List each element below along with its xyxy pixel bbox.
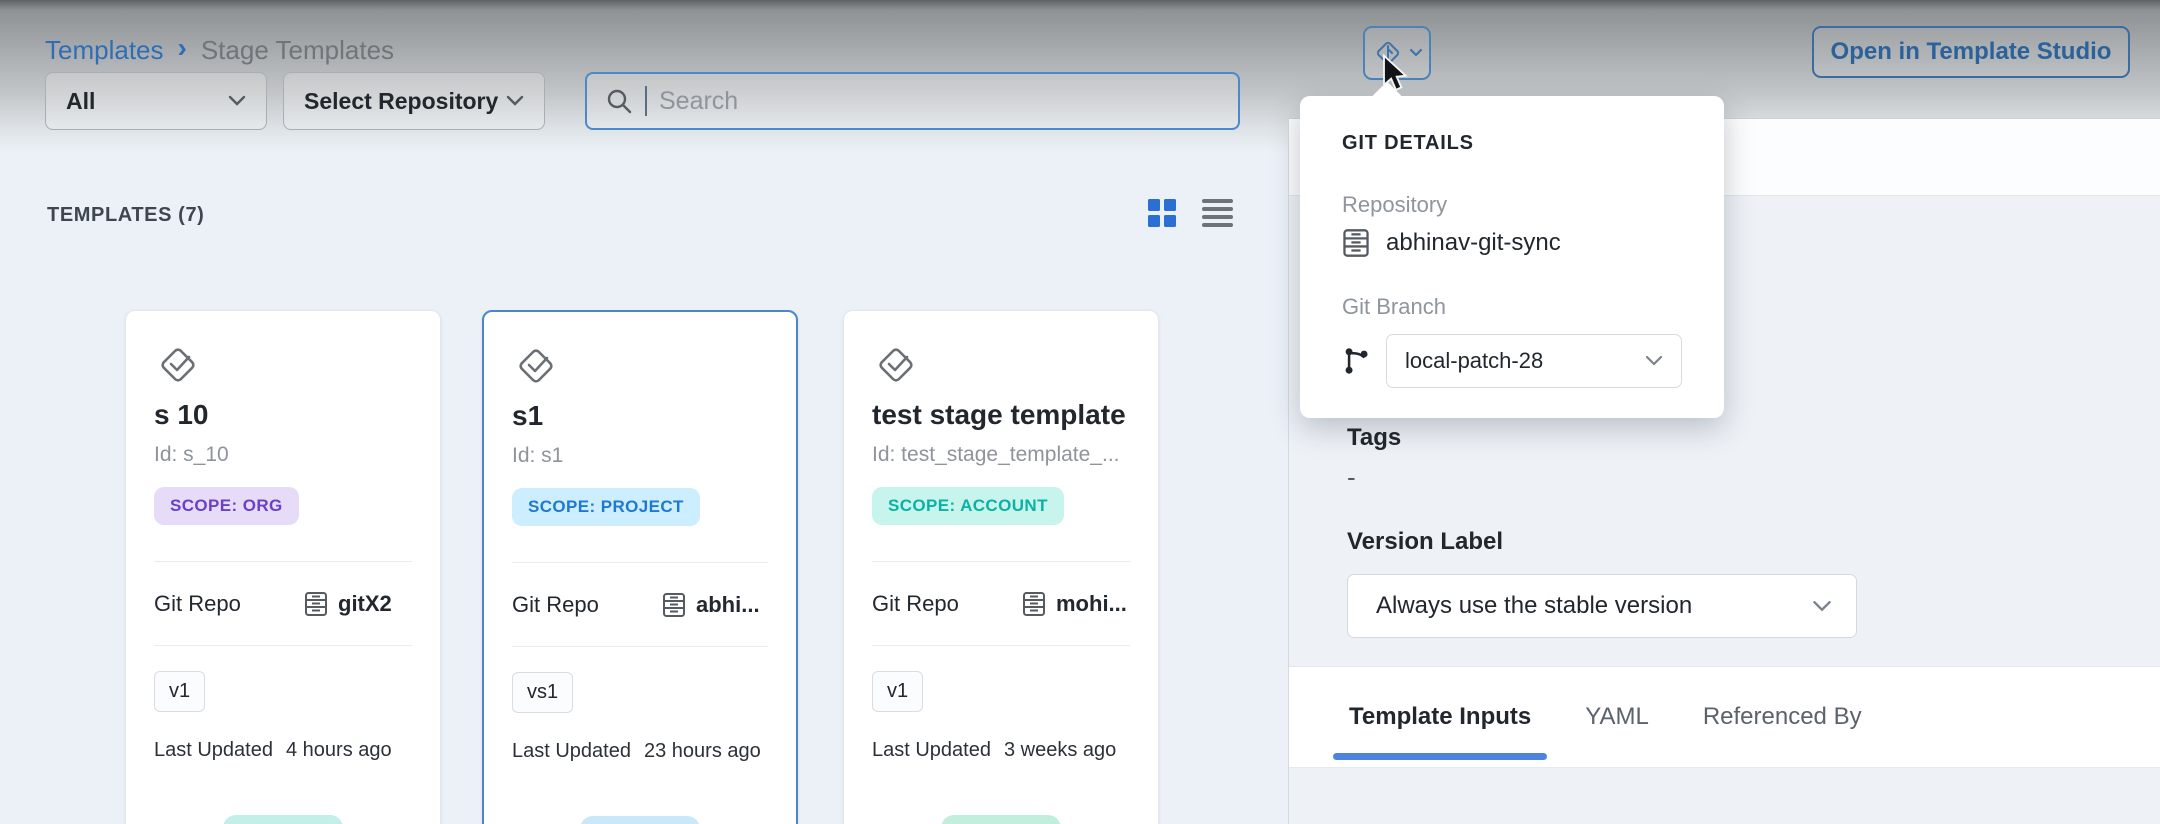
template-id: Id: s1 xyxy=(512,444,774,468)
git-details-button[interactable] xyxy=(1363,26,1431,80)
git-repo-value: abhi... xyxy=(696,592,760,618)
breadcrumb-current: Stage Templates xyxy=(201,35,394,66)
search-icon xyxy=(605,87,633,115)
repository-label: Repository xyxy=(1342,192,1447,218)
git-branch-label: Git Branch xyxy=(1342,294,1446,320)
git-repo-row: Git Repo gitX2 xyxy=(154,587,416,621)
search-placeholder: Search xyxy=(659,87,738,116)
last-updated-value: 3 weeks ago xyxy=(1004,739,1116,762)
version-chip: vs1 xyxy=(512,672,573,713)
chevron-down-icon xyxy=(228,95,246,107)
type-filter-value: All xyxy=(66,88,95,115)
git-repo-label: Git Repo xyxy=(512,592,662,618)
breadcrumb: Templates › Stage Templates xyxy=(45,34,394,66)
repository-filter-dropdown[interactable]: Select Repository xyxy=(283,72,545,130)
repository-icon xyxy=(1022,591,1046,617)
git-details-popup: GIT DETAILS Repository abhinav-git-sync … xyxy=(1300,96,1724,418)
last-updated-value: 4 hours ago xyxy=(286,739,392,762)
git-repo-value: gitX2 xyxy=(338,591,392,617)
tags-value: - xyxy=(1347,462,1356,493)
last-updated-row: Last Updated 4 hours ago xyxy=(154,739,392,762)
branch-select-value: local-patch-28 xyxy=(1405,348,1543,374)
chevron-down-icon xyxy=(1812,600,1832,613)
breadcrumb-templates-link[interactable]: Templates xyxy=(45,35,164,66)
repository-row: abhinav-git-sync xyxy=(1342,228,1561,258)
tags-label: Tags xyxy=(1347,424,1401,452)
version-chip: v1 xyxy=(154,671,205,712)
scope-badge: SCOPE: ORG xyxy=(154,487,299,525)
repository-icon xyxy=(662,592,686,618)
last-updated-row: Last Updated 23 hours ago xyxy=(512,740,761,763)
last-updated-label: Last Updated xyxy=(512,740,631,763)
scope-badge: SCOPE: PROJECT xyxy=(512,488,700,526)
stage-templates-screen: Templates › Stage Templates All Select R… xyxy=(0,0,2160,824)
branch-select-dropdown[interactable]: local-patch-28 xyxy=(1386,334,1682,388)
popup-title: GIT DETAILS xyxy=(1342,132,1474,155)
version-label: Version Label xyxy=(1347,528,1503,556)
git-repo-label: Git Repo xyxy=(154,591,304,617)
template-title: s 10 xyxy=(154,399,416,431)
git-repo-label: Git Repo xyxy=(872,591,1022,617)
type-filter-dropdown[interactable]: All xyxy=(45,72,267,130)
template-card-test-stage[interactable]: test stage template ... Id: test_stage_t… xyxy=(843,310,1159,824)
version-select-dropdown[interactable]: Always use the stable version xyxy=(1347,574,1857,638)
template-card-s1-selected[interactable]: s1 Id: s1 SCOPE: PROJECT Git Repo abhi..… xyxy=(482,310,798,824)
last-updated-label: Last Updated xyxy=(872,739,991,762)
repository-icon xyxy=(1342,228,1370,258)
text-caret xyxy=(645,86,647,116)
open-in-template-studio-button[interactable]: Open in Template Studio xyxy=(1812,26,2130,78)
tab-referenced-by[interactable]: Referenced By xyxy=(1687,667,1878,767)
search-input[interactable]: Search xyxy=(585,72,1240,130)
template-card-s10[interactable]: s 10 Id: s_10 SCOPE: ORG Git Repo gitX2 … xyxy=(125,310,441,824)
repository-icon xyxy=(304,591,328,617)
template-title: test stage template ... xyxy=(872,399,1134,431)
git-repo-row: Git Repo mohi... xyxy=(872,587,1134,621)
list-view-icon[interactable] xyxy=(1202,199,1233,227)
breadcrumb-separator-icon: › xyxy=(178,32,187,64)
stable-badge-partial xyxy=(580,816,700,824)
template-id: Id: test_stage_template_... xyxy=(872,443,1134,467)
chevron-down-icon xyxy=(506,95,524,107)
version-chip: v1 xyxy=(872,671,923,712)
tab-template-inputs[interactable]: Template Inputs xyxy=(1333,667,1547,767)
stable-badge-partial xyxy=(223,815,343,824)
tab-yaml[interactable]: YAML xyxy=(1569,667,1665,767)
git-branch-row: local-patch-28 xyxy=(1342,334,1682,388)
last-updated-row: Last Updated 3 weeks ago xyxy=(872,739,1116,762)
stage-template-icon xyxy=(154,341,202,389)
git-branch-icon xyxy=(1342,346,1370,376)
open-button-label: Open in Template Studio xyxy=(1831,38,2112,66)
git-diamond-icon xyxy=(1371,36,1405,70)
git-repo-row: Git Repo abhi... xyxy=(512,588,772,622)
last-updated-label: Last Updated xyxy=(154,739,273,762)
templates-count-label: TEMPLATES (7) xyxy=(47,204,204,227)
version-select-value: Always use the stable version xyxy=(1376,592,1692,620)
repository-value: abhinav-git-sync xyxy=(1386,229,1561,257)
chevron-down-icon xyxy=(1409,48,1423,58)
chevron-down-icon xyxy=(1645,355,1663,367)
details-tabbar: Template Inputs YAML Referenced By xyxy=(1289,666,2160,768)
repository-filter-value: Select Repository xyxy=(304,88,498,115)
scope-badge: SCOPE: ACCOUNT xyxy=(872,487,1064,525)
stable-badge-partial xyxy=(941,815,1061,824)
stage-template-icon xyxy=(512,342,560,390)
grid-view-icon[interactable] xyxy=(1148,199,1176,227)
git-repo-value: mohi... xyxy=(1056,591,1127,617)
template-title: s1 xyxy=(512,400,774,432)
stage-template-icon xyxy=(872,341,920,389)
template-id: Id: s_10 xyxy=(154,443,416,467)
last-updated-value: 23 hours ago xyxy=(644,740,761,763)
